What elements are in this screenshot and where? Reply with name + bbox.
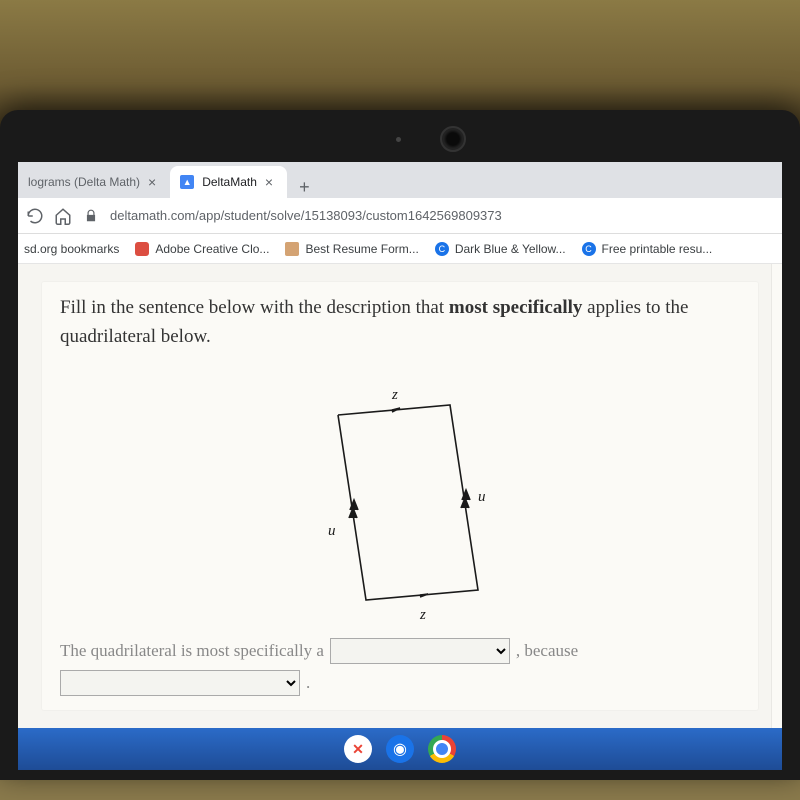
tab-delta-lograms[interactable]: lograms (Delta Math) × [18,166,170,198]
tab-label: lograms (Delta Math) [28,175,140,189]
url-text[interactable]: deltamath.com/app/student/solve/15138093… [110,208,774,223]
address-bar: deltamath.com/app/student/solve/15138093… [18,198,782,234]
bookmarks-bar: sd.org bookmarks Adobe Creative Clo... B… [18,234,782,264]
question-text: Fill in the sentence below with the desc… [60,294,740,351]
laptop-bezel: lograms (Delta Math) × ▲ DeltaMath × + d… [0,110,800,780]
bookmark-label: Free printable resu... [602,242,713,256]
adobe-icon [135,242,149,256]
close-icon[interactable]: × [265,174,273,190]
webcam [440,126,466,152]
tab-label: DeltaMath [202,175,257,189]
label-u-right: u [478,489,486,505]
adjacent-card-edge [772,264,782,728]
answer-sentence: The quadrilateral is most specifically a… [60,638,740,696]
close-icon[interactable]: × [148,174,156,190]
reason-select[interactable] [60,670,300,696]
label-u-left: u [328,523,336,539]
new-tab-button[interactable]: + [287,177,322,198]
delta-favicon-icon: ▲ [180,175,194,189]
bookmark-printable[interactable]: C Free printable resu... [582,242,713,256]
app-icon[interactable]: ✕ [344,735,372,763]
question-card: Fill in the sentence below with the desc… [42,282,758,710]
tabs-bar: lograms (Delta Math) × ▲ DeltaMath × + [18,162,782,198]
taskbar: ✕ ◉ [18,728,782,770]
answer-end: . [306,673,310,693]
answer-pre: The quadrilateral is most specifically a [60,641,324,661]
tab-deltamath[interactable]: ▲ DeltaMath × [170,166,287,198]
bookmark-adobe[interactable]: Adobe Creative Clo... [135,242,269,256]
label-z-bottom: z [419,607,426,623]
circle-c-icon: C [435,242,449,256]
bookmark-label: Best Resume Form... [305,242,418,256]
circle-c-icon: C [582,242,596,256]
bookmark-label: Dark Blue & Yellow... [455,242,566,256]
webcam-indicator [396,137,401,142]
bookmark-resume[interactable]: Best Resume Form... [285,242,418,256]
document-icon [285,242,299,256]
app-icon-2[interactable]: ◉ [386,735,414,763]
quadrilateral-diagram: z z u u [250,385,550,645]
chrome-icon[interactable] [428,735,456,763]
screen: lograms (Delta Math) × ▲ DeltaMath × + d… [18,162,782,770]
shape-select[interactable] [330,638,510,664]
lock-icon [82,207,100,225]
label-z-top: z [391,387,398,403]
answer-mid: , because [516,641,578,661]
page-content: Fill in the sentence below with the desc… [18,264,782,728]
bookmark-label: Adobe Creative Clo... [155,242,269,256]
bookmark-label: sd.org bookmarks [24,242,119,256]
home-icon[interactable] [54,207,72,225]
reload-icon[interactable] [26,207,44,225]
bookmark-darkblue[interactable]: C Dark Blue & Yellow... [435,242,566,256]
bookmark-sd-org[interactable]: sd.org bookmarks [24,242,119,256]
